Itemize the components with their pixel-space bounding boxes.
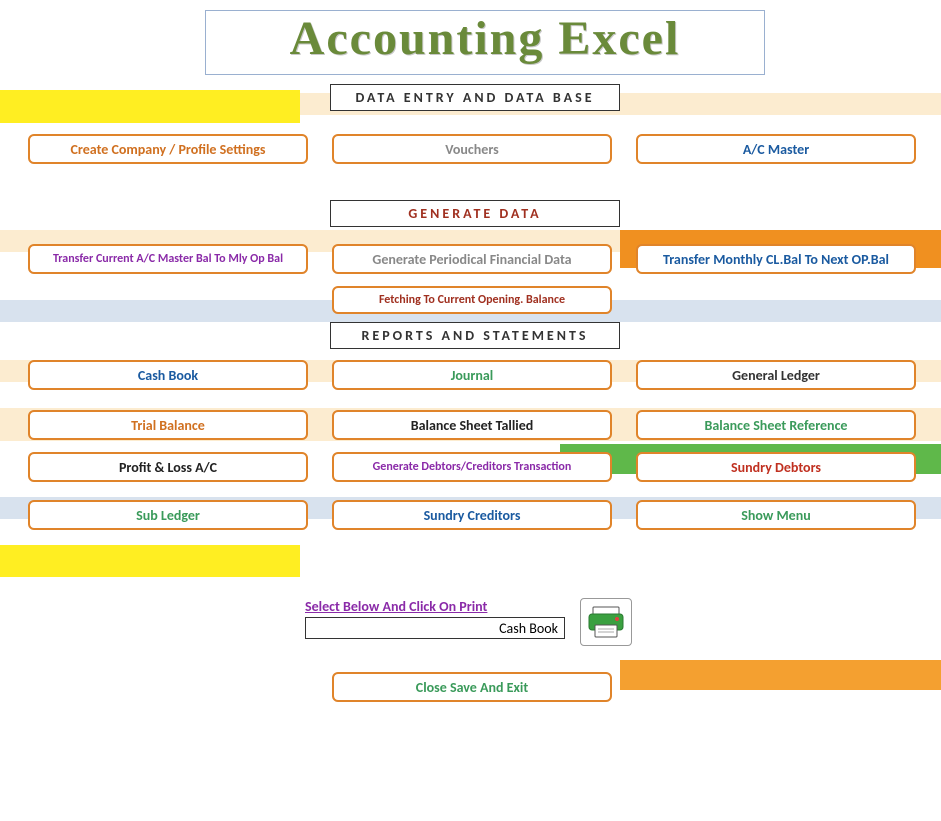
printer-icon[interactable] [580, 598, 632, 646]
journal-button[interactable]: Journal [332, 360, 612, 390]
bg-yellow-left-1 [0, 90, 300, 123]
vouchers-button[interactable]: Vouchers [332, 134, 612, 164]
close-save-exit-button[interactable]: Close Save And Exit [332, 672, 612, 702]
sub-ledger-button[interactable]: Sub Ledger [28, 500, 308, 530]
sundry-creditors-button[interactable]: Sundry Creditors [332, 500, 612, 530]
cash-book-button[interactable]: Cash Book [28, 360, 308, 390]
transfer-master-bal-button[interactable]: Transfer Current A/C Master Bal To Mly O… [28, 244, 308, 274]
print-select[interactable]: Cash Book [305, 617, 565, 639]
section-generate-data: GENERATE DATA [330, 200, 620, 227]
balance-sheet-ref-button[interactable]: Balance Sheet Reference [636, 410, 916, 440]
profit-loss-button[interactable]: Profit & Loss A/C [28, 452, 308, 482]
show-menu-button[interactable]: Show Menu [636, 500, 916, 530]
section-data-entry: DATA ENTRY AND DATA BASE [330, 84, 620, 111]
balance-sheet-tallied-button[interactable]: Balance Sheet Tallied [332, 410, 612, 440]
create-company-button[interactable]: Create Company / Profile Settings [28, 134, 308, 164]
section-reports: REPORTS AND STATEMENTS [330, 322, 620, 349]
bg-orange-right-2 [620, 660, 941, 690]
gen-debtors-creditors-button[interactable]: Generate Debtors/Creditors Transaction [332, 452, 612, 482]
print-label: Select Below And Click On Print [305, 598, 605, 615]
generate-periodical-button[interactable]: Generate Periodical Financial Data [332, 244, 612, 274]
sundry-debtors-button[interactable]: Sundry Debtors [636, 452, 916, 482]
fetching-opening-button[interactable]: Fetching To Current Opening. Balance [332, 286, 612, 314]
trial-balance-button[interactable]: Trial Balance [28, 410, 308, 440]
title-frame: Accounting Excel [205, 10, 765, 75]
general-ledger-button[interactable]: General Ledger [636, 360, 916, 390]
ac-master-button[interactable]: A/C Master [636, 134, 916, 164]
app-title: Accounting Excel [290, 12, 681, 65]
transfer-monthly-button[interactable]: Transfer Monthly CL.Bal To Next OP.Bal [636, 244, 916, 274]
bg-yellow-left-2 [0, 545, 300, 577]
